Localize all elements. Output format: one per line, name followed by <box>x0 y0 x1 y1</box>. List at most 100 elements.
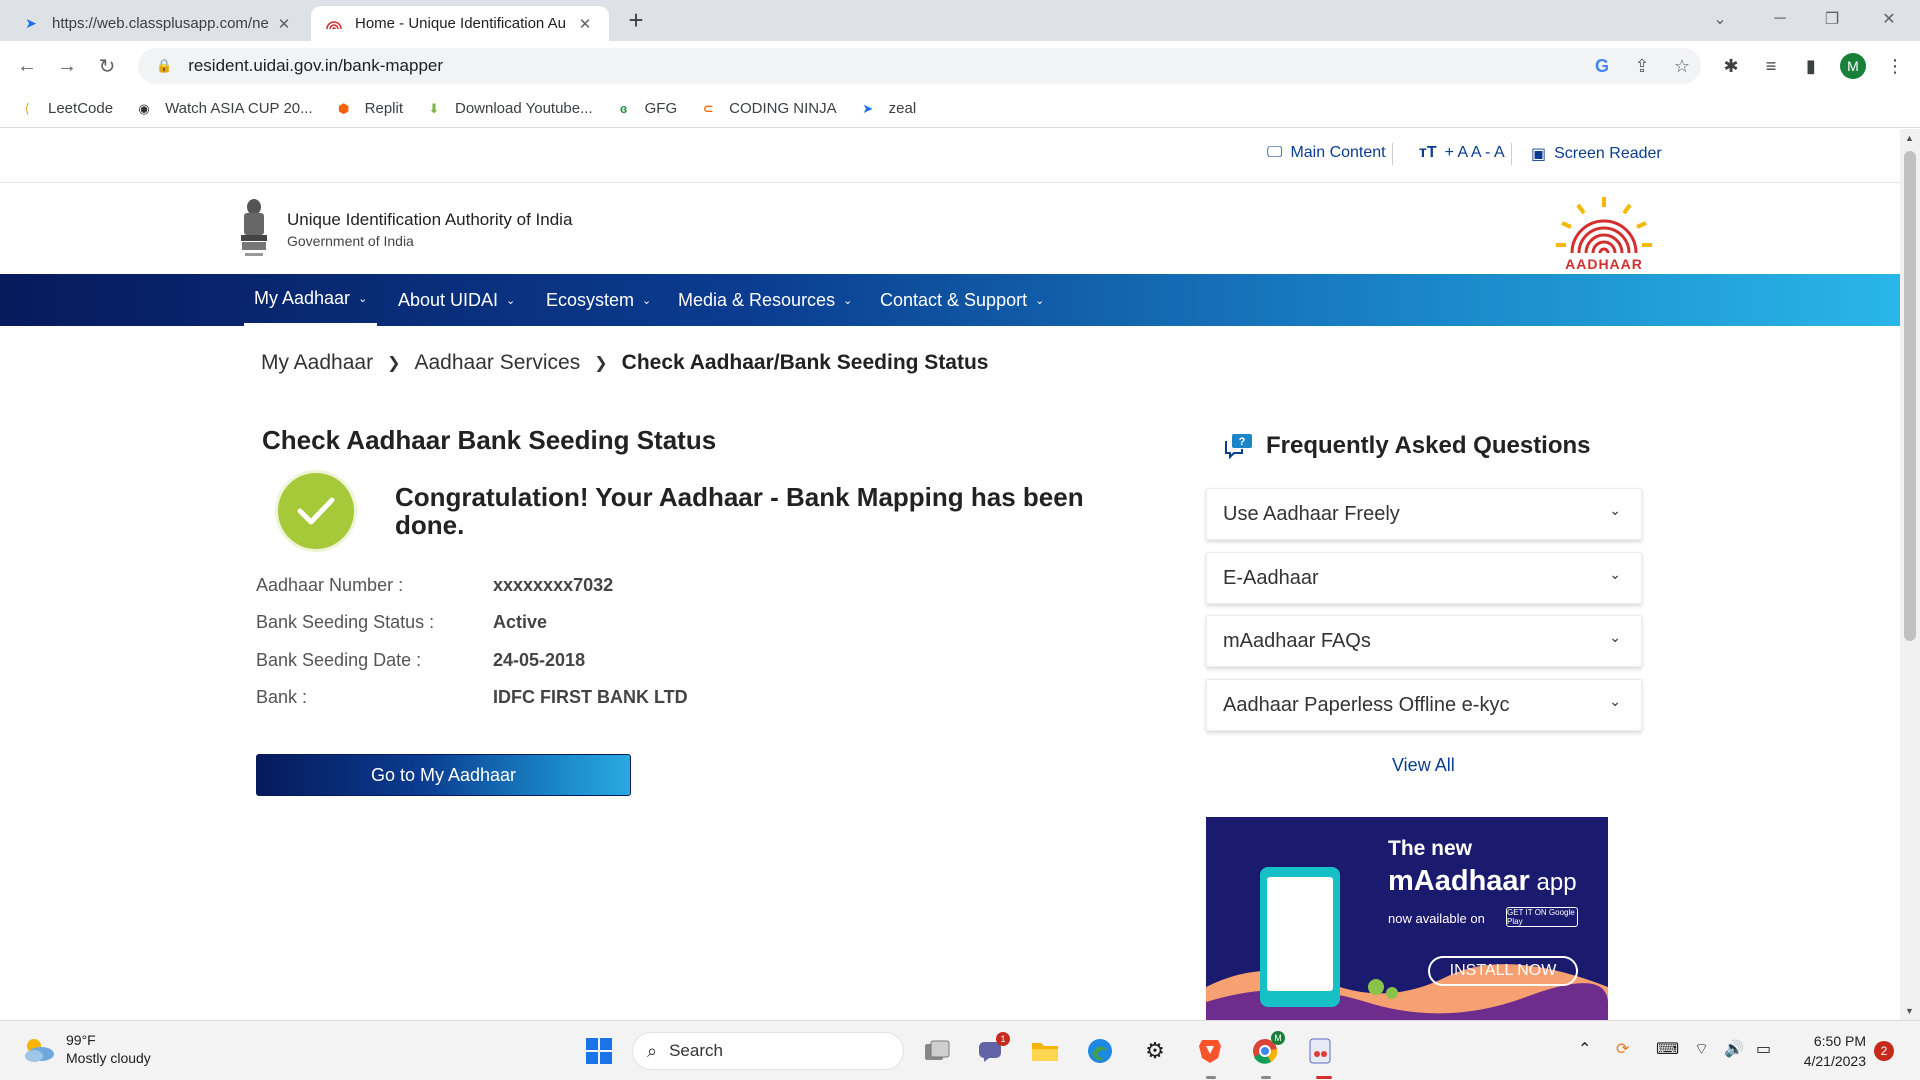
snipping-tool-icon[interactable] <box>1302 1033 1338 1069</box>
bookmark-label: CODING NINJA <box>729 100 837 117</box>
close-window-icon[interactable]: ✕ <box>1866 0 1912 38</box>
banner-app-suffix: app <box>1529 869 1577 896</box>
page-scrollbar[interactable]: ▲ ▼ <box>1900 129 1920 1020</box>
chevron-down-icon: ⌄ <box>1609 566 1621 582</box>
chrome-menu-icon[interactable]: ⋮ <box>1878 49 1912 83</box>
nav-ecosystem[interactable]: Ecosystem ⌄ <box>546 274 651 326</box>
faq-item-e-aadhaar[interactable]: E-Aadhaar ⌄ <box>1206 552 1642 604</box>
nav-media-resources[interactable]: Media & Resources ⌄ <box>678 274 852 326</box>
faq-item-maadhaar-faqs[interactable]: mAadhaar FAQs ⌄ <box>1206 615 1642 667</box>
tab-uidai[interactable]: Home - Unique Identification Au ✕ <box>311 6 609 41</box>
chevron-right-icon: ❯ <box>594 355 608 372</box>
main-content-link[interactable]: 🖵 Main Content <box>1267 144 1386 162</box>
site-header: Unique Identification Authority of India… <box>0 183 1900 274</box>
faq-item-label: Use Aadhaar Freely <box>1223 502 1400 525</box>
breadcrumb-aadhaar-services[interactable]: Aadhaar Services <box>414 351 580 375</box>
bookmark-label: Watch ASIA CUP 20... <box>165 100 313 117</box>
svg-text:?: ? <box>1239 436 1246 448</box>
scrollbar-thumb[interactable] <box>1904 151 1916 641</box>
install-now-button[interactable]: INSTALL NOW <box>1428 956 1578 986</box>
close-tab-icon[interactable]: ✕ <box>575 15 595 33</box>
banner-app-name: mAadhaar <box>1388 865 1530 897</box>
forward-icon[interactable]: → <box>51 50 83 82</box>
nav-label: Media & Resources <box>678 289 836 310</box>
task-view-icon[interactable] <box>919 1033 955 1069</box>
maadhaar-app-banner[interactable]: The new mAadhaar app now available on GE… <box>1206 817 1608 1020</box>
teams-badge: 1 <box>996 1032 1010 1046</box>
back-icon[interactable]: ← <box>11 50 43 82</box>
faq-item-label: mAadhaar FAQs <box>1223 629 1371 652</box>
media-control-icon[interactable]: ≡ <box>1754 49 1788 83</box>
view-all-link[interactable]: View All <box>1392 755 1455 776</box>
volume-icon[interactable]: 🔊 <box>1724 1039 1744 1059</box>
bookmark-zeal[interactable]: ➤ zeal <box>859 100 916 118</box>
scroll-up-icon[interactable]: ▲ <box>1905 133 1914 143</box>
keyboard-icon[interactable]: ⌨ <box>1656 1039 1679 1059</box>
screen-reader-icon: ▣ <box>1531 146 1547 163</box>
org-name: Unique Identification Authority of India <box>287 210 573 229</box>
edge-browser-icon[interactable] <box>1082 1033 1118 1069</box>
taskbar-search[interactable]: ⌕ Search <box>632 1032 904 1070</box>
nav-about-uidai[interactable]: About UIDAI ⌄ <box>398 274 515 326</box>
brave-browser-icon[interactable] <box>1192 1033 1228 1069</box>
lock-icon[interactable]: 🔒 <box>156 58 172 74</box>
close-tab-icon[interactable]: ✕ <box>274 15 294 33</box>
reload-icon[interactable]: ↻ <box>91 50 123 82</box>
battery-icon[interactable]: ▭ <box>1756 1039 1771 1059</box>
time: 6:50 PM <box>1813 1033 1866 1049</box>
banner-line1: The new <box>1388 837 1473 860</box>
divider <box>1392 143 1393 165</box>
clock[interactable]: 6:50 PM 4/21/2023 <box>1782 1031 1866 1071</box>
bookmark-asia-cup[interactable]: ◉ Watch ASIA CUP 20... <box>135 100 313 118</box>
wifi-icon[interactable]: ⌔ <box>1694 1039 1709 1059</box>
address-bar[interactable]: 🔒 resident.uidai.gov.in/bank-mapper <box>138 48 1701 84</box>
chrome-profile-badge: M <box>1271 1031 1285 1045</box>
phone-screen-illustration <box>1267 877 1333 991</box>
aadhaar-logo[interactable]: AADHAAR <box>1548 193 1660 273</box>
bookmark-replit[interactable]: ⬢ Replit <box>335 100 403 118</box>
bookmark-star-icon[interactable]: ☆ <box>1665 49 1699 83</box>
faq-title-text: Frequently Asked Questions <box>1266 432 1591 459</box>
nav-label: Contact & Support <box>880 289 1028 310</box>
go-to-my-aadhaar-button[interactable]: Go to My Aadhaar <box>256 754 631 796</box>
share-icon[interactable]: ⇪ <box>1625 49 1659 83</box>
settings-gear-icon[interactable]: ⚙ <box>1137 1033 1173 1069</box>
notification-badge[interactable]: 2 <box>1874 1041 1894 1061</box>
weather-widget[interactable]: 99°F Mostly cloudy <box>20 1031 151 1067</box>
google-play-badge[interactable]: GET IT ON Google Play <box>1506 907 1578 927</box>
font-size-label: + A A - A <box>1444 144 1505 161</box>
chevron-down-icon: ⌄ <box>1609 693 1621 709</box>
restore-icon[interactable]: ❐ <box>1809 0 1855 38</box>
google-lens-icon[interactable]: G <box>1585 49 1619 83</box>
bookmark-leetcode[interactable]: ⟨ LeetCode <box>18 100 113 118</box>
show-hidden-icons-chevron-icon[interactable]: ⌃ <box>1578 1039 1591 1059</box>
scroll-down-icon[interactable]: ▼ <box>1905 1006 1914 1016</box>
faq-item-use-aadhaar-freely[interactable]: Use Aadhaar Freely ⌄ <box>1206 488 1642 540</box>
bookmark-coding-ninja[interactable]: ⊂ CODING NINJA <box>699 100 837 118</box>
side-panel-icon[interactable]: ▮ <box>1794 49 1828 83</box>
faq-item-paperless-ekyc[interactable]: Aadhaar Paperless Offline e-kyc ⌄ <box>1206 679 1642 731</box>
windows-start-icon[interactable] <box>581 1033 617 1069</box>
bank-value: IDFC FIRST BANK LTD <box>493 687 688 707</box>
tab-search-icon[interactable]: ⌄ <box>1697 0 1743 38</box>
bookmark-youtube-download[interactable]: ⬇ Download Youtube... <box>425 100 593 118</box>
nav-contact-support[interactable]: Contact & Support ⌄ <box>880 274 1044 326</box>
tab-title: https://web.classplusapp.com/ne <box>52 15 269 32</box>
profile-avatar[interactable]: M <box>1840 53 1866 79</box>
temperature: 99°F <box>66 1032 96 1048</box>
leetcode-icon: ⟨ <box>24 100 30 116</box>
bookmark-gfg[interactable]: ɞ GFG <box>615 100 677 118</box>
new-tab-button[interactable]: + <box>622 7 650 35</box>
nav-label: Ecosystem <box>546 289 635 310</box>
file-explorer-icon[interactable] <box>1027 1033 1063 1069</box>
tab-strip: ➤ https://web.classplusapp.com/ne ✕ Home… <box>0 0 1920 41</box>
tab-classplus[interactable]: ➤ https://web.classplusapp.com/ne ✕ <box>8 6 308 41</box>
screen-reader-link[interactable]: ▣ Screen Reader <box>1531 144 1662 164</box>
breadcrumb-my-aadhaar[interactable]: My Aadhaar <box>261 351 373 375</box>
bookmarks-bar: ⟨ LeetCode ◉ Watch ASIA CUP 20... ⬢ Replit … <box>0 90 1920 128</box>
nav-my-aadhaar[interactable]: My Aadhaar ⌄ <box>244 274 378 326</box>
sync-icon[interactable]: ⟳ <box>1616 1039 1629 1059</box>
font-size-controls[interactable]: ᴛT + A A - A <box>1419 144 1505 162</box>
minimize-icon[interactable]: ─ <box>1757 0 1803 38</box>
extensions-icon[interactable]: ✱ <box>1714 49 1748 83</box>
